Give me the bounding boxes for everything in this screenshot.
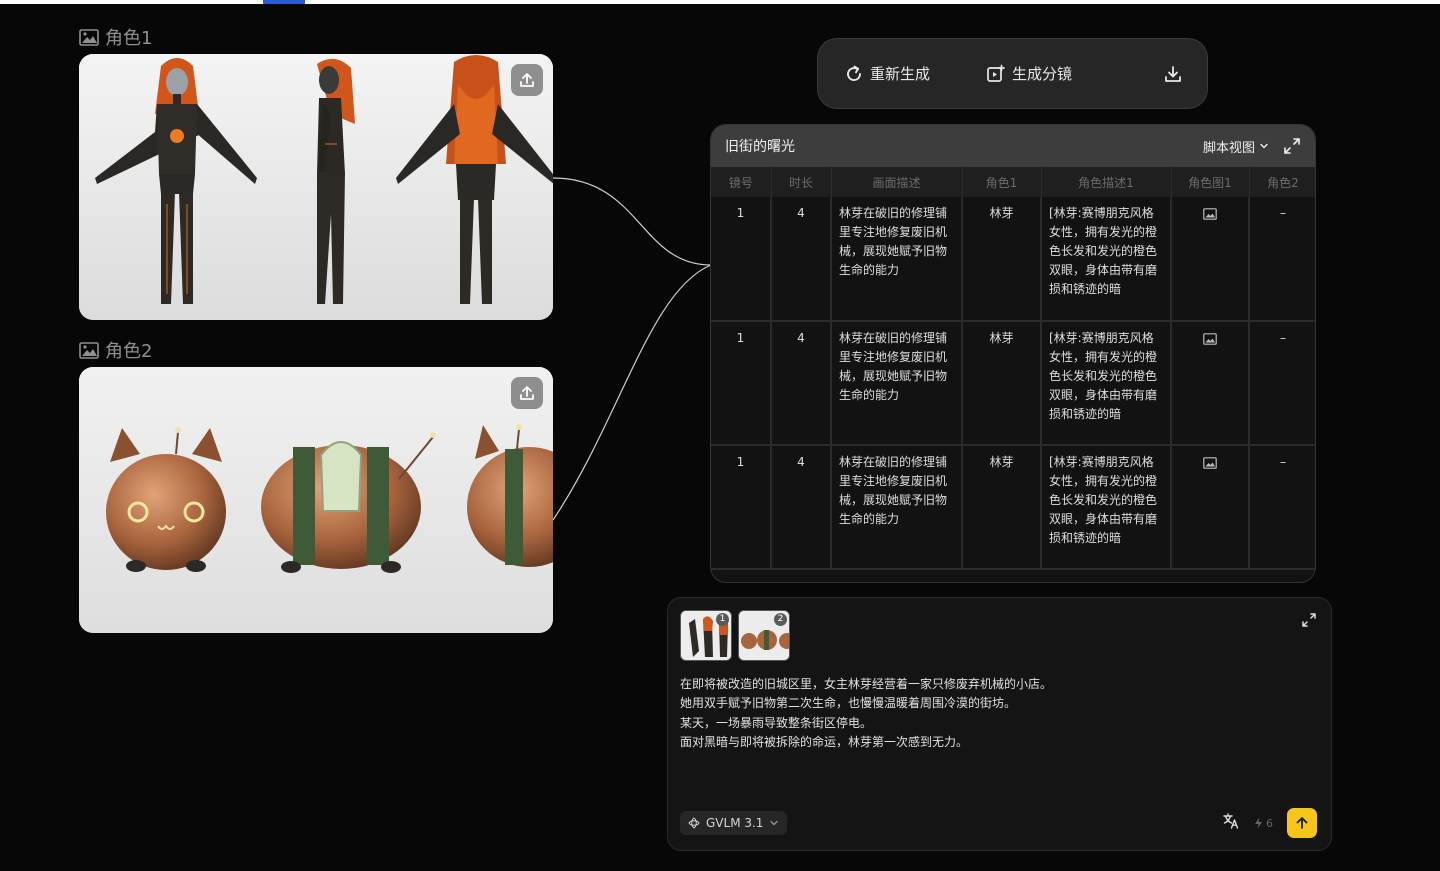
character-turnaround-illustration — [79, 54, 553, 320]
image-icon — [79, 341, 99, 359]
shot-number-cell[interactable]: 1 — [711, 197, 772, 322]
upload-icon — [520, 73, 534, 87]
refresh-icon — [847, 65, 861, 81]
shot-number-cell[interactable]: 1 — [711, 321, 772, 446]
column-header: 角色描述1 — [1041, 167, 1172, 197]
upload-icon — [520, 386, 534, 400]
regenerate-button[interactable]: 重新生成 — [844, 63, 930, 84]
shot-number-cell[interactable]: 1 — [711, 445, 772, 570]
column-header: 角色1 — [962, 167, 1042, 197]
expand-icon — [1284, 138, 1300, 154]
model-name: GVLM 3.1 — [706, 816, 764, 830]
reference-label-2: 角色2 — [79, 337, 152, 363]
role1-cell[interactable]: 林芽 — [962, 321, 1042, 446]
duration-cell[interactable]: 4 — [771, 321, 832, 446]
table-header-row: 镜号 时长 画面描述 角色1 角色描述1 角色图1 角色2 — [711, 167, 1315, 197]
role1-cell[interactable]: 林芽 — [962, 197, 1042, 322]
table-row[interactable]: 1 4 林芽在破旧的修理铺里专注地修复废旧机械，展现她赋予旧物生命的能力 林芽 … — [711, 445, 1315, 570]
role1-description-cell[interactable]: [林芽:赛博朋克风格女性，拥有发光的橙色长发和发光的橙色双眼，身体由带有磨损和锈… — [1041, 445, 1172, 570]
chevron-down-icon — [1260, 143, 1268, 149]
expand-icon — [1302, 613, 1316, 627]
upload-button[interactable] — [511, 377, 543, 409]
reference-label-1: 角色1 — [79, 24, 152, 50]
role1-image-cell[interactable] — [1171, 321, 1250, 446]
top-strip — [0, 0, 1440, 4]
role1-description-cell[interactable]: [林芽:赛博朋克风格女性，拥有发光的橙色长发和发光的橙色双眼，身体由带有磨损和锈… — [1041, 321, 1172, 446]
arrow-up-icon — [1296, 817, 1308, 829]
robot-cat-illustration — [79, 367, 553, 633]
expand-panel-button[interactable] — [1283, 137, 1301, 155]
scene-description-cell[interactable]: 林芽在破旧的修理铺里专注地修复废旧机械，展现她赋予旧物生命的能力 — [831, 445, 963, 570]
translate-icon — [1223, 813, 1239, 829]
prompt-tools: 6 — [1222, 808, 1317, 838]
prompt-line: 在即将被改造的旧城区里，女主林芽经营着一家只修废弃机械的小店。 — [680, 677, 1053, 691]
active-tab-indicator — [263, 0, 305, 4]
attachment-badge: 2 — [774, 613, 787, 626]
credit-count: 6 — [1266, 816, 1273, 830]
send-button[interactable] — [1287, 808, 1317, 838]
download-icon — [1165, 65, 1181, 82]
chevron-down-icon — [770, 820, 779, 826]
image-icon — [1203, 457, 1217, 469]
role1-cell[interactable]: 林芽 — [962, 445, 1042, 570]
storyboard-icon — [987, 64, 1005, 82]
table-row[interactable]: 1 4 林芽在破旧的修理铺里专注地修复废旧机械，展现她赋予旧物生命的能力 林芽 … — [711, 197, 1315, 322]
translate-button[interactable] — [1222, 812, 1240, 834]
attachment-thumbnail-2[interactable]: 2 — [738, 610, 790, 661]
action-toolbar: 重新生成 生成分镜 — [817, 38, 1208, 109]
model-icon — [688, 817, 700, 829]
role2-cell[interactable]: – — [1249, 445, 1315, 570]
column-header: 角色2 — [1249, 167, 1315, 197]
reference-label-text: 角色1 — [105, 28, 153, 49]
prompt-panel: 1 2 在即将被改造的旧城区里，女主林芽经营着一家只修废弃机械的小店。 她用双手… — [667, 597, 1332, 851]
prompt-line: 她用双手赋予旧物第二次生命，也慢慢温暖着周围冷漠的街坊。 — [680, 696, 1017, 711]
table-row[interactable]: 1 4 林芽在破旧的修理铺里专注地修复废旧机械，展现她赋予旧物生命的能力 林芽 … — [711, 321, 1315, 446]
lightning-icon — [1255, 817, 1262, 829]
generate-storyboard-button[interactable]: 生成分镜 — [986, 63, 1072, 84]
upload-button[interactable] — [511, 64, 543, 96]
script-panel-header: 旧街的曙光 脚本视图 — [711, 125, 1315, 167]
reference-label-text: 角色2 — [105, 341, 153, 362]
attachment-badge: 1 — [716, 613, 729, 626]
duration-cell[interactable]: 4 — [771, 445, 832, 570]
reference-image-character-2[interactable] — [79, 367, 553, 633]
column-header: 角色图1 — [1171, 167, 1250, 197]
column-header: 镜号 — [711, 167, 772, 197]
role1-description-cell[interactable]: [林芽:赛博朋克风格女性，拥有发光的橙色长发和发光的橙色双眼，身体由带有磨损和锈… — [1041, 197, 1172, 322]
credit-cost: 6 — [1254, 817, 1273, 830]
prompt-line: 面对黑暗与即将被拆除的命运，林芽第一次感到无力。 — [680, 734, 969, 749]
expand-prompt-button[interactable] — [1301, 612, 1317, 632]
role1-image-cell[interactable] — [1171, 197, 1250, 322]
column-header: 时长 — [771, 167, 832, 197]
scene-description-cell[interactable]: 林芽在破旧的修理铺里专注地修复废旧机械，展现她赋予旧物生命的能力 — [831, 197, 963, 322]
column-header: 画面描述 — [831, 167, 963, 197]
script-title: 旧街的曙光 — [725, 139, 795, 155]
role2-cell[interactable]: – — [1249, 197, 1315, 322]
generate-storyboard-label: 生成分镜 — [1012, 65, 1073, 83]
script-table: 镜号 时长 画面描述 角色1 角色描述1 角色图1 角色2 1 4 林芽在破旧的… — [711, 167, 1315, 570]
model-selector[interactable]: GVLM 3.1 — [680, 811, 788, 835]
view-mode-label: 脚本视图 — [1202, 140, 1255, 156]
role1-image-cell[interactable] — [1171, 445, 1250, 570]
role2-cell[interactable]: – — [1249, 321, 1315, 446]
download-button[interactable] — [1163, 64, 1183, 84]
prompt-line: 某天，一场暴雨导致整条街区停电。 — [680, 715, 873, 730]
duration-cell[interactable]: 4 — [771, 197, 832, 322]
image-icon — [79, 28, 99, 46]
script-panel: 旧街的曙光 脚本视图 镜号 时长 画面描述 角色1 角色描述1 角色图1 角色2… — [710, 124, 1316, 583]
image-icon — [1203, 208, 1217, 220]
attachment-thumbnail-1[interactable]: 1 — [680, 610, 732, 661]
scene-description-cell[interactable]: 林芽在破旧的修理铺里专注地修复废旧机械，展现她赋予旧物生命的能力 — [831, 321, 963, 446]
regenerate-label: 重新生成 — [870, 65, 931, 83]
reference-image-character-1[interactable] — [79, 54, 553, 320]
view-mode-dropdown[interactable]: 脚本视图 — [1203, 137, 1269, 156]
image-icon — [1203, 333, 1217, 345]
prompt-textarea[interactable]: 在即将被改造的旧城区里，女主林芽经营着一家只修废弃机械的小店。 她用双手赋予旧物… — [680, 675, 1300, 752]
